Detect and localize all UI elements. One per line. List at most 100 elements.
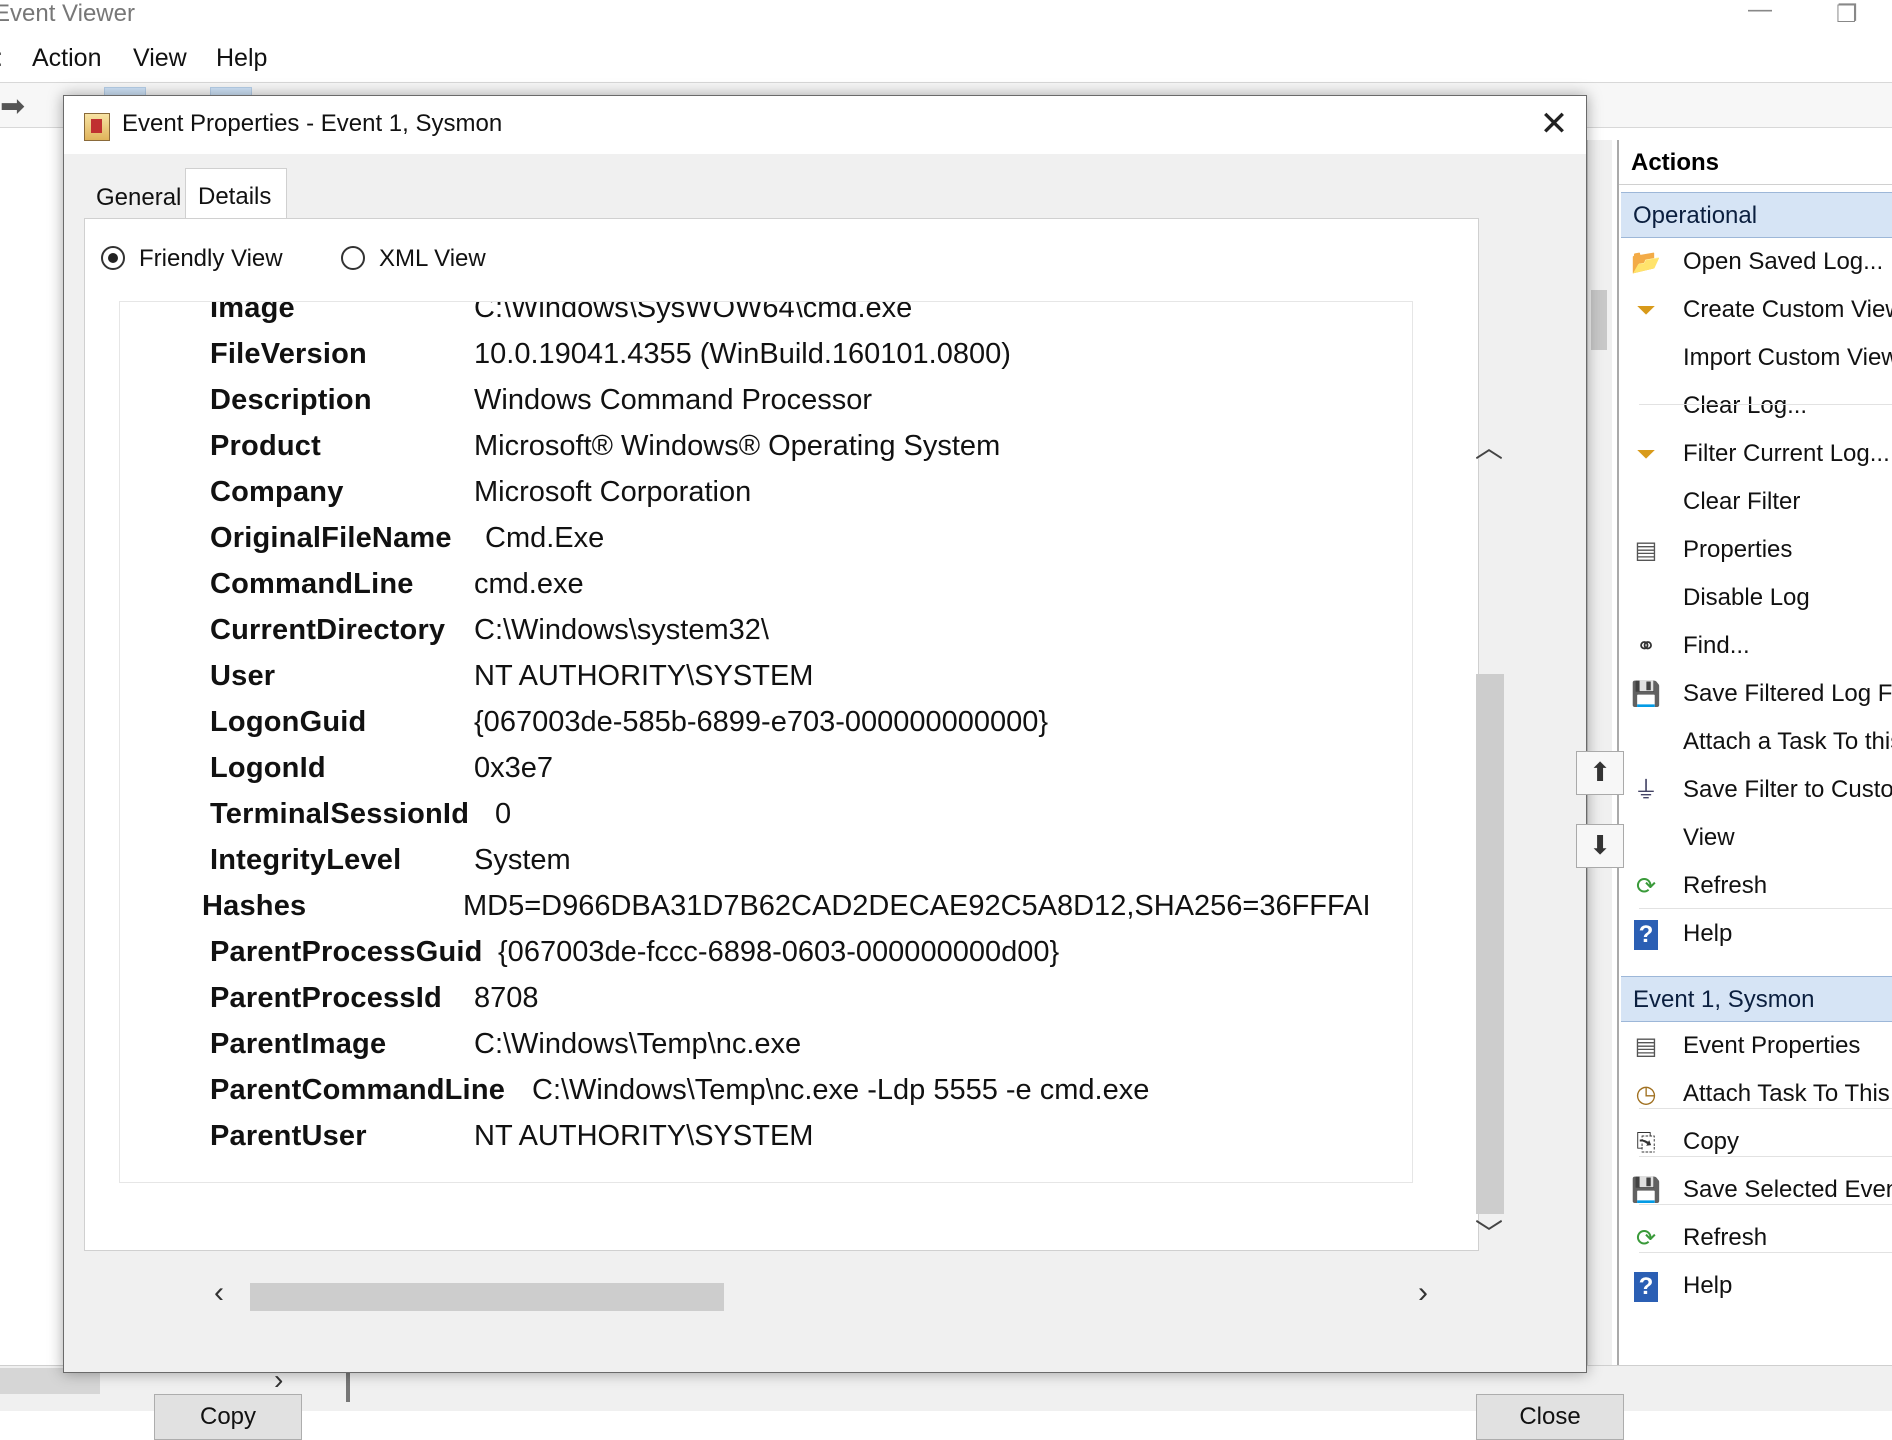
minimize-icon[interactable]: — bbox=[1748, 0, 1772, 24]
friendly-view-label: Friendly View bbox=[139, 245, 283, 272]
event-fields: Image C:\Windows\SysWOW64\cmd.exe FileVers… bbox=[120, 302, 1412, 1182]
action-save-selected-events[interactable]: 💾 Save Selected Events bbox=[1621, 1166, 1892, 1214]
action-import-custom-view[interactable]: Import Custom View bbox=[1621, 334, 1892, 382]
task-clock-icon: ◷ bbox=[1635, 1081, 1657, 1108]
tab-details[interactable]: Details bbox=[185, 168, 287, 221]
restore-icon[interactable]: ❐ bbox=[1836, 0, 1858, 29]
save-filter-icon: ⏚ bbox=[1634, 777, 1658, 804]
field-value: NT AUTHORITY\SYSTEM bbox=[474, 660, 814, 692]
action-attach-task-to-this-e[interactable]: ◷ Attach Task To This E bbox=[1621, 1070, 1892, 1118]
forward-arrow-icon[interactable]: ➡ bbox=[0, 89, 25, 124]
field-value: 8708 bbox=[474, 982, 539, 1014]
actions-header: Actions bbox=[1619, 140, 1892, 185]
event-field-row: IntegrityLevel System bbox=[120, 844, 1412, 890]
details-tab-panel: Friendly View XML View Image C:\Windows\S… bbox=[84, 218, 1479, 1251]
section-title: Operational bbox=[1633, 202, 1758, 229]
actions-pane: Actions Operational 📂 Open Saved Log... ⏷ C… bbox=[1617, 140, 1892, 1365]
action-help[interactable]: ? Help bbox=[1621, 910, 1892, 958]
section-header-operational[interactable]: Operational bbox=[1621, 192, 1892, 238]
action-clear-log[interactable]: Clear Log... bbox=[1621, 382, 1892, 430]
action-refresh[interactable]: ⟳ Refresh bbox=[1621, 1214, 1892, 1262]
actions-header-label: Actions bbox=[1631, 149, 1720, 176]
action-label: Disable Log bbox=[1683, 584, 1810, 611]
action-attach-a-task-to-this[interactable]: Attach a Task To this bbox=[1621, 718, 1892, 766]
action-copy[interactable]: ⎘ Copy bbox=[1621, 1118, 1892, 1166]
previous-event-button[interactable]: ⬆ bbox=[1576, 751, 1624, 795]
scroll-left-chevron-icon[interactable]: ‹ bbox=[214, 1276, 224, 1310]
properties-icon: ▤ bbox=[1634, 537, 1658, 564]
event-field-row: ParentProcessId 8708 bbox=[120, 982, 1412, 1028]
event-field-row: Hashes MD5=D966DBA31D7B62CAD2DECAE92C5A8D… bbox=[120, 890, 1412, 936]
event-details-view[interactable]: Image C:\Windows\SysWOW64\cmd.exe FileVers… bbox=[119, 301, 1413, 1183]
menu-view[interactable]: View bbox=[133, 44, 187, 73]
action-help[interactable]: ? Help bbox=[1621, 1262, 1892, 1310]
menu-file-fragment[interactable]: : bbox=[0, 44, 3, 73]
field-value: cmd.exe bbox=[474, 568, 584, 600]
center-pane-scroll-thumb[interactable] bbox=[1591, 290, 1607, 350]
action-separator bbox=[1639, 404, 1892, 405]
action-find[interactable]: ⚭ Find... bbox=[1621, 622, 1892, 670]
event-field-row: ParentCommandLine C:\Windows\Temp\nc.exe … bbox=[120, 1074, 1412, 1120]
scroll-down-chevron-icon[interactable]: ﹀ bbox=[1475, 1212, 1503, 1252]
close-button[interactable]: Close bbox=[1476, 1394, 1624, 1440]
event-field-row: User NT AUTHORITY\SYSTEM bbox=[120, 660, 1412, 706]
close-icon[interactable]: ✕ bbox=[1532, 102, 1576, 146]
field-key: LogonGuid bbox=[210, 706, 367, 738]
action-separator bbox=[1639, 1108, 1892, 1109]
action-view[interactable]: View bbox=[1621, 814, 1892, 862]
section-header-event[interactable]: Event 1, Sysmon bbox=[1621, 976, 1892, 1022]
action-open-saved-log[interactable]: 📂 Open Saved Log... bbox=[1621, 238, 1892, 286]
action-event-properties[interactable]: ▤ Event Properties bbox=[1621, 1022, 1892, 1070]
action-label: View bbox=[1683, 824, 1735, 851]
scroll-up-chevron-icon[interactable]: ︿ bbox=[1475, 426, 1503, 466]
menu-action[interactable]: Action bbox=[32, 44, 101, 73]
action-label: Open Saved Log... bbox=[1683, 248, 1884, 275]
action-save-filtered-log-fil[interactable]: 💾 Save Filtered Log Fil bbox=[1621, 670, 1892, 718]
field-value: C:\Windows\system32\ bbox=[474, 614, 769, 646]
field-value: System bbox=[474, 844, 571, 876]
next-event-button[interactable]: ⬇ bbox=[1576, 824, 1624, 868]
event-field-row: OriginalFileName Cmd.Exe bbox=[120, 522, 1412, 568]
field-value: Microsoft® Windows® Operating System bbox=[474, 430, 1001, 462]
event-field-row: Image C:\Windows\SysWOW64\cmd.exe bbox=[120, 302, 1412, 338]
field-value: C:\Windows\SysWOW64\cmd.exe bbox=[474, 302, 913, 324]
details-hscroll-thumb[interactable] bbox=[250, 1283, 724, 1311]
action-disable-log[interactable]: Disable Log bbox=[1621, 574, 1892, 622]
menu-help[interactable]: Help bbox=[216, 44, 267, 73]
tab-general[interactable]: General bbox=[84, 174, 182, 218]
copy-button[interactable]: Copy bbox=[154, 1394, 302, 1440]
copy-icon: ⎘ bbox=[1636, 1129, 1656, 1156]
scroll-right-chevron-icon[interactable]: › bbox=[1418, 1276, 1428, 1310]
action-label: Import Custom View bbox=[1683, 344, 1892, 371]
field-key: OriginalFileName bbox=[210, 522, 452, 554]
action-create-custom-view[interactable]: ⏷ Create Custom View bbox=[1621, 286, 1892, 334]
field-key: User bbox=[210, 660, 276, 692]
action-filter-current-log[interactable]: ⏷ Filter Current Log... bbox=[1621, 430, 1892, 478]
field-value: {067003de-585b-6899-e703-000000000000} bbox=[474, 706, 1049, 738]
action-clear-filter[interactable]: Clear Filter bbox=[1621, 478, 1892, 526]
event-field-row: ParentUser NT AUTHORITY\SYSTEM bbox=[120, 1120, 1412, 1166]
folder-open-icon: 📂 bbox=[1631, 249, 1661, 276]
action-separator bbox=[1639, 908, 1892, 909]
section-title: Event 1, Sysmon bbox=[1633, 986, 1815, 1013]
field-value: Windows Command Processor bbox=[474, 384, 873, 416]
event-field-row: Product Microsoft® Windows® Operating Sys… bbox=[120, 430, 1412, 476]
event-field-row: TerminalSessionId 0 bbox=[120, 798, 1412, 844]
details-vscroll-thumb[interactable] bbox=[1476, 674, 1504, 1214]
filter-icon: ⏷ bbox=[1636, 297, 1656, 324]
event-field-row: CommandLine cmd.exe bbox=[120, 568, 1412, 614]
filter-icon: ⏷ bbox=[1636, 441, 1656, 468]
field-key: ParentProcessId bbox=[210, 982, 442, 1014]
friendly-view-radio[interactable]: Friendly View bbox=[101, 245, 301, 275]
action-refresh[interactable]: ⟳ Refresh bbox=[1621, 862, 1892, 910]
action-properties[interactable]: ▤ Properties bbox=[1621, 526, 1892, 574]
xml-view-radio[interactable]: XML View bbox=[341, 245, 521, 275]
action-save-filter-to-custor[interactable]: ⏚ Save Filter to Custor bbox=[1621, 766, 1892, 814]
field-key: LogonId bbox=[210, 752, 326, 784]
action-label: Save Filtered Log Fil bbox=[1683, 680, 1892, 707]
field-value: 0 bbox=[495, 798, 512, 830]
field-value: MD5=D966DBA31D7B62CAD2DECAE92C5A8D12,SHA… bbox=[463, 890, 1371, 922]
action-label: Clear Filter bbox=[1683, 488, 1801, 515]
action-label: Refresh bbox=[1683, 1224, 1768, 1251]
field-key: Image bbox=[210, 302, 295, 324]
